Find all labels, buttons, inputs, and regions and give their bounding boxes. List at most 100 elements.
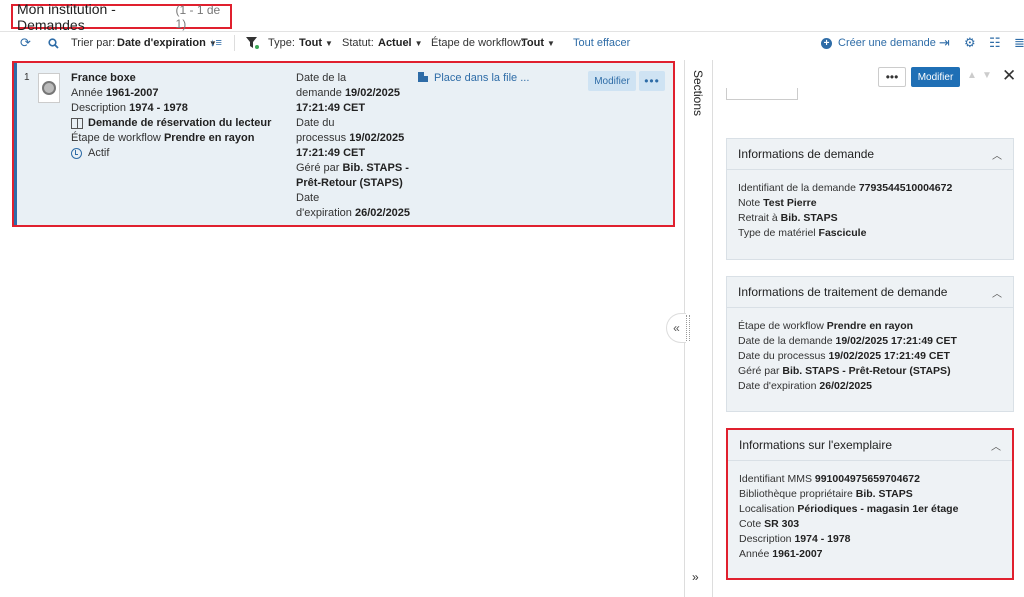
type-label: Type: bbox=[268, 37, 295, 49]
create-request-button[interactable]: + Créer une demande bbox=[821, 37, 936, 49]
processing-info-header[interactable]: Informations de traitement de demande ︿ bbox=[727, 277, 1013, 308]
year-value: 1961-2007 bbox=[105, 87, 159, 99]
request-id-value: 7793544510004672 bbox=[858, 182, 953, 194]
description-label: Description bbox=[739, 533, 792, 545]
managed-value-2: Prêt-Retour (STAPS) bbox=[296, 177, 403, 189]
managed-label: Géré par bbox=[738, 365, 780, 377]
item-year: Année 1961-2007 bbox=[71, 86, 281, 101]
pickup-label: Retrait à bbox=[738, 212, 778, 224]
sort-dropdown[interactable]: Date d'expiration ▼ bbox=[117, 37, 217, 49]
call-number-value: SR 303 bbox=[764, 518, 800, 530]
workflow-value: Tout bbox=[521, 37, 545, 49]
panel-modify-button[interactable]: Modifier bbox=[911, 67, 960, 87]
clear-all-link[interactable]: Tout effacer bbox=[573, 37, 630, 49]
request-type: Demande de réservation du lecteur bbox=[71, 116, 281, 131]
create-request-label: Créer une demande bbox=[838, 37, 936, 49]
request-time-value: 17:21:49 CET bbox=[296, 102, 366, 114]
request-date-value: 19/02/2025 bbox=[344, 87, 400, 99]
refresh-icon[interactable]: ⟳ bbox=[20, 35, 31, 51]
request-status: Actif bbox=[71, 146, 281, 161]
expiry-label: Date d'expiration bbox=[738, 380, 817, 392]
workflow-step: Étape de workflow Prendre en rayon bbox=[71, 131, 281, 146]
note-value: Test Pierre bbox=[763, 197, 817, 209]
expiry-value: 26/02/2025 bbox=[354, 207, 411, 219]
call-number-label: Cote bbox=[739, 518, 762, 530]
clock-icon bbox=[71, 148, 82, 159]
list-view-icon[interactable]: ≣ bbox=[1014, 35, 1024, 51]
managed-line: Géré par Bib. STAPS - bbox=[296, 161, 411, 176]
request-dates: Date de la demande 19/02/2025 17:21:49 C… bbox=[296, 71, 411, 221]
workflow-label: Étape de workflow bbox=[738, 320, 824, 332]
add-circle-icon: + bbox=[821, 37, 832, 49]
chevron-down-icon: ▼ bbox=[325, 39, 333, 48]
panel-divider-right bbox=[712, 60, 713, 597]
more-actions-button[interactable]: ••• bbox=[639, 71, 665, 91]
status-dropdown[interactable]: Actuel ▼ bbox=[378, 37, 423, 49]
chevron-down-icon: ▼ bbox=[414, 39, 423, 48]
serial-icon bbox=[42, 81, 56, 95]
item-details: France boxe Année 1961-2007 Description … bbox=[71, 71, 281, 161]
export-icon[interactable]: ⇥ bbox=[939, 35, 950, 51]
request-info-title: Informations de demande bbox=[738, 147, 875, 161]
panel-more-button[interactable]: ••• bbox=[878, 67, 906, 87]
modify-button[interactable]: Modifier bbox=[588, 71, 636, 91]
sections-tab[interactable]: Sections bbox=[686, 70, 710, 130]
item-thumbnail bbox=[38, 73, 60, 103]
request-id-label: Identifiant de la demande bbox=[738, 182, 856, 194]
status-value: Actif bbox=[88, 147, 110, 159]
queue-icon bbox=[418, 72, 428, 82]
filter-icon[interactable] bbox=[246, 37, 259, 49]
item-info-header[interactable]: Informations sur l'exemplaire ︿ bbox=[728, 430, 1012, 461]
previous-record-icon[interactable]: ▲ bbox=[967, 70, 977, 81]
next-record-icon[interactable]: ▼ bbox=[982, 70, 992, 81]
expand-sections-button[interactable]: » bbox=[692, 570, 699, 584]
type-dropdown[interactable]: Tout ▼ bbox=[299, 37, 333, 49]
description-value: 1974 - 1978 bbox=[129, 102, 188, 114]
location-label: Localisation bbox=[739, 503, 795, 515]
type-value: Tout bbox=[299, 37, 323, 49]
book-icon bbox=[71, 118, 83, 129]
header-divider bbox=[0, 31, 1024, 32]
item-title: France boxe bbox=[71, 72, 136, 84]
sort-direction-icon[interactable]: ↓≡ bbox=[210, 37, 222, 49]
description-value: 1974 - 1978 bbox=[794, 533, 851, 545]
request-row[interactable]: 1 France boxe Année 1961-2007 Descriptio… bbox=[12, 61, 675, 227]
request-type-label: Demande de réservation du lecteur bbox=[88, 117, 272, 129]
toolbar: ⟳ Trier par: Date d'expiration ▼ ↓≡ Type:… bbox=[0, 33, 1024, 53]
year-label: Année bbox=[739, 548, 770, 560]
managed-label: Géré par bbox=[296, 162, 340, 174]
managed-value: Bib. STAPS - bbox=[342, 162, 409, 174]
process-date-label: Date du processus bbox=[738, 350, 826, 362]
row-index: 1 bbox=[24, 72, 30, 83]
panel-top-stub bbox=[726, 88, 798, 100]
description-label: Description bbox=[71, 102, 127, 114]
workflow-dropdown[interactable]: Tout ▼ bbox=[521, 37, 555, 49]
chevron-down-icon: ▼ bbox=[547, 39, 555, 48]
close-icon[interactable]: ✕ bbox=[1002, 66, 1016, 86]
collapse-panel-button[interactable]: « bbox=[666, 313, 686, 343]
workflow-step-value: Prendre en rayon bbox=[163, 132, 255, 144]
status-value: Actuel bbox=[378, 37, 412, 49]
request-date-label: Date de la demande bbox=[738, 335, 833, 347]
workflow-value: Prendre en rayon bbox=[826, 320, 914, 332]
item-info-title: Informations sur l'exemplaire bbox=[739, 438, 893, 452]
material-type-value: Fascicule bbox=[818, 227, 867, 239]
columns-icon[interactable]: ☷ bbox=[989, 35, 1001, 51]
chevron-up-icon: ︿ bbox=[992, 288, 1002, 300]
process-date-label-2: processus bbox=[296, 132, 347, 144]
search-icon[interactable] bbox=[48, 37, 59, 49]
gear-icon[interactable]: ⚙ bbox=[964, 35, 976, 51]
sort-value: Date d'expiration bbox=[117, 37, 206, 49]
request-info-header[interactable]: Informations de demande ︿ bbox=[727, 139, 1013, 170]
year-value: 1961-2007 bbox=[772, 548, 823, 560]
process-date-value: 19/02/2025 bbox=[349, 132, 405, 144]
processing-info-body: Étape de workflow Prendre en rayon Date … bbox=[727, 308, 1013, 405]
item-description: Description 1974 - 1978 bbox=[71, 101, 281, 116]
resize-handle[interactable] bbox=[686, 315, 690, 341]
queue-position-link[interactable]: Place dans la file ... bbox=[418, 71, 529, 86]
processing-info-title: Informations de traitement de demande bbox=[738, 285, 948, 299]
expiry-value: 26/02/2025 bbox=[819, 380, 872, 392]
toolbar-separator bbox=[234, 35, 235, 51]
expiry-label-2: d'expiration bbox=[296, 207, 352, 219]
processing-info-card: Informations de traitement de demande ︿ … bbox=[726, 276, 1014, 412]
